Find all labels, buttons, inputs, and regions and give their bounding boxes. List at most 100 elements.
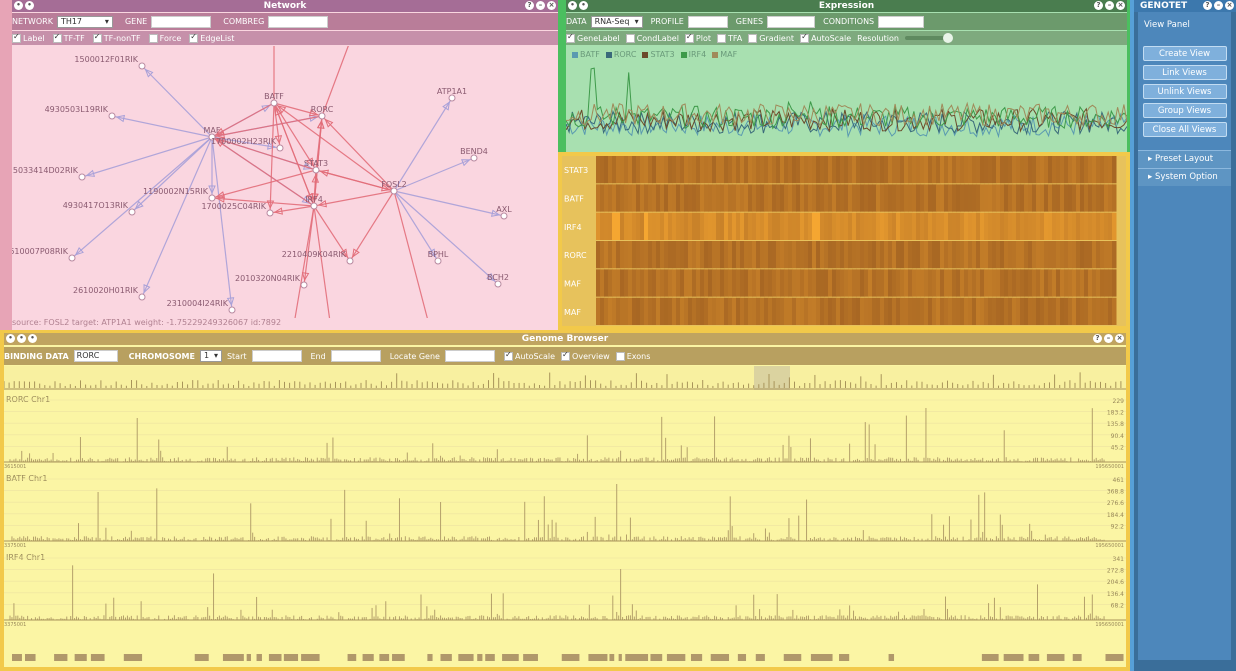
- heatmap-cell[interactable]: [612, 297, 617, 325]
- heatmap-cell[interactable]: [1100, 212, 1105, 240]
- heatmap-cell[interactable]: [796, 297, 801, 325]
- heatmap-cell[interactable]: [1056, 212, 1061, 240]
- heatmap-cell[interactable]: [808, 269, 813, 297]
- heatmap-cell[interactable]: [688, 297, 693, 325]
- heatmap-cell[interactable]: [1000, 156, 1005, 184]
- heatmap-cell[interactable]: [1112, 184, 1117, 212]
- heatmap-cell[interactable]: [968, 212, 973, 240]
- network-edge[interactable]: [269, 205, 315, 214]
- heatmap-cell[interactable]: [888, 269, 893, 297]
- heatmap-cell[interactable]: [904, 212, 909, 240]
- unlink-views-button[interactable]: Unlink Views: [1142, 84, 1227, 99]
- heatmap-cell[interactable]: [956, 184, 961, 212]
- heatmap-cell[interactable]: [656, 269, 661, 297]
- heatmap-cell[interactable]: [948, 156, 953, 184]
- heatmap-cell[interactable]: [616, 184, 621, 212]
- genome-check-autoscale[interactable]: AutoScale: [503, 350, 555, 361]
- heatmap-cell[interactable]: [876, 241, 881, 269]
- heatmap-cell[interactable]: [836, 212, 841, 240]
- heatmap-cell[interactable]: [832, 297, 837, 325]
- heatmap-cell[interactable]: [736, 269, 741, 297]
- heatmap-cell[interactable]: [876, 184, 881, 212]
- heatmap-cell[interactable]: [808, 156, 813, 184]
- heatmap-cell[interactable]: [636, 297, 641, 325]
- heatmap-cell[interactable]: [696, 269, 701, 297]
- heatmap-cell[interactable]: [628, 297, 633, 325]
- heatmap-cell[interactable]: [620, 212, 625, 240]
- heatmap-cell[interactable]: [1088, 156, 1093, 184]
- help-icon[interactable]: ?: [525, 1, 534, 10]
- heatmap-cell[interactable]: [716, 156, 721, 184]
- exon-block[interactable]: [362, 654, 374, 661]
- heatmap-cell[interactable]: [784, 212, 789, 240]
- heatmap-cell[interactable]: [1004, 156, 1009, 184]
- heatmap-cell[interactable]: [620, 241, 625, 269]
- heatmap-cell[interactable]: [636, 212, 641, 240]
- heatmap-cell[interactable]: [644, 297, 649, 325]
- heatmap-cell[interactable]: [888, 156, 893, 184]
- heatmap-cell[interactable]: [780, 269, 785, 297]
- network-check-label[interactable]: Label: [12, 32, 45, 43]
- minimize-icon[interactable]: –: [1214, 1, 1223, 10]
- heatmap-cell[interactable]: [660, 269, 665, 297]
- heatmap-cell[interactable]: [1032, 297, 1037, 325]
- heatmap-cell[interactable]: [624, 241, 629, 269]
- heatmap-cell[interactable]: [1012, 156, 1017, 184]
- heatmap-cell[interactable]: [792, 297, 797, 325]
- exon-block[interactable]: [666, 654, 686, 661]
- heatmap-cell[interactable]: [772, 212, 777, 240]
- genotet-titlebar[interactable]: GENOTET ? – ×: [1134, 0, 1236, 12]
- heatmap-cell[interactable]: [1080, 156, 1085, 184]
- heatmap-cell[interactable]: [868, 156, 873, 184]
- expression-line-plot[interactable]: [566, 52, 1127, 152]
- heatmap-cell[interactable]: [820, 297, 825, 325]
- network-edge[interactable]: [269, 102, 275, 214]
- heatmap-cell[interactable]: [956, 212, 961, 240]
- heatmap-cell[interactable]: [692, 241, 697, 269]
- heatmap-cell[interactable]: [720, 241, 725, 269]
- heatmap-cell[interactable]: [1036, 212, 1041, 240]
- heatmap-cell[interactable]: [768, 297, 773, 325]
- heatmap-cell[interactable]: [736, 212, 741, 240]
- heatmap-cell[interactable]: [632, 269, 637, 297]
- heatmap-cell[interactable]: [980, 212, 985, 240]
- heatmap-cell[interactable]: [800, 269, 805, 297]
- heatmap-cell[interactable]: [700, 156, 705, 184]
- network-node[interactable]: [266, 209, 274, 217]
- heatmap-cell[interactable]: [716, 212, 721, 240]
- heatmap-cell[interactable]: [816, 269, 821, 297]
- heatmap-cell[interactable]: [824, 156, 829, 184]
- heatmap-cell[interactable]: [884, 212, 889, 240]
- heatmap-cell[interactable]: [1068, 269, 1073, 297]
- heatmap-cell[interactable]: [1048, 212, 1053, 240]
- heatmap-cell[interactable]: [744, 269, 749, 297]
- heatmap-cell[interactable]: [688, 269, 693, 297]
- heatmap-cell[interactable]: [996, 212, 1001, 240]
- heatmap-cell[interactable]: [860, 241, 865, 269]
- heatmap-cell[interactable]: [1112, 241, 1117, 269]
- heatmap-cell[interactable]: [612, 269, 617, 297]
- heatmap-cell[interactable]: [952, 156, 957, 184]
- heatmap-cell[interactable]: [908, 297, 913, 325]
- pin-icon[interactable]: •: [568, 1, 577, 10]
- network-node[interactable]: [128, 208, 136, 216]
- heatmap-cell[interactable]: [600, 269, 605, 297]
- heatmap-cell[interactable]: [732, 269, 737, 297]
- heatmap-cell[interactable]: [732, 156, 737, 184]
- network-check-edgelist[interactable]: EdgeList: [189, 32, 234, 43]
- exon-block[interactable]: [588, 654, 608, 661]
- heatmap-cell[interactable]: [824, 241, 829, 269]
- heatmap-cell[interactable]: [804, 269, 809, 297]
- heatmap-cell[interactable]: [912, 269, 917, 297]
- checkbox-icon[interactable]: [615, 351, 625, 361]
- heatmap-cell[interactable]: [840, 269, 845, 297]
- heatmap-cell[interactable]: [920, 297, 925, 325]
- heatmap-cell[interactable]: [908, 212, 913, 240]
- heatmap-cell[interactable]: [992, 297, 997, 325]
- heatmap-cell[interactable]: [900, 297, 905, 325]
- heatmap-cell[interactable]: [800, 297, 805, 325]
- heatmap-cell[interactable]: [644, 212, 649, 240]
- heatmap-cell[interactable]: [664, 297, 669, 325]
- heatmap-cell[interactable]: [1072, 156, 1077, 184]
- heatmap-cell[interactable]: [676, 241, 681, 269]
